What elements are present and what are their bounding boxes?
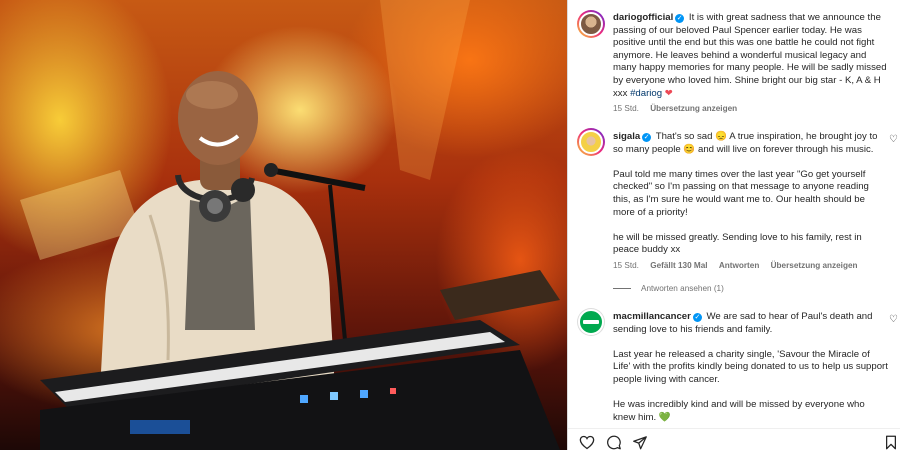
verified-icon: ✓ bbox=[692, 313, 702, 322]
reply-button[interactable]: Antworten bbox=[719, 261, 759, 270]
caption-meta: 15 Std. Übersetzung anzeigen bbox=[613, 104, 746, 113]
like-comment-icon[interactable]: ♡ bbox=[889, 314, 898, 325]
comment-paragraph: Last year he released a charity single, … bbox=[613, 348, 888, 385]
username[interactable]: sigala bbox=[613, 131, 640, 142]
view-replies-button[interactable]: Antworten ansehen (1) bbox=[613, 284, 724, 293]
comment-time[interactable]: 15 Std. bbox=[613, 261, 639, 270]
comments-panel: dariogofficial ✓ It is with great sadness… bbox=[568, 0, 900, 450]
bookmark-icon[interactable] bbox=[884, 435, 898, 450]
performer-illustration bbox=[20, 0, 560, 450]
comment-text: That's so sad 😞 A true inspiration, he b… bbox=[613, 131, 878, 155]
post-photo[interactable] bbox=[0, 0, 567, 450]
hashtag-link[interactable]: #dariog bbox=[630, 88, 662, 99]
comment-paragraph: he will be missed greatly. Sending love … bbox=[613, 231, 862, 256]
like-icon[interactable] bbox=[579, 435, 595, 450]
translate-link[interactable]: Übersetzung anzeigen bbox=[650, 104, 737, 113]
username[interactable]: dariogofficial bbox=[613, 12, 673, 23]
likes-count[interactable]: Gefällt 130 Mal bbox=[650, 261, 707, 270]
green-heart-emoji: 💚 bbox=[658, 411, 671, 423]
caption-text: It is with great sadness that we announc… bbox=[613, 12, 887, 99]
replies-line bbox=[613, 288, 631, 290]
translate-link[interactable]: Übersetzung anzeigen bbox=[771, 261, 858, 270]
like-comment-icon[interactable]: ♡ bbox=[889, 134, 898, 145]
share-icon[interactable] bbox=[632, 435, 648, 450]
avatar[interactable] bbox=[577, 10, 605, 38]
post-action-bar bbox=[568, 428, 900, 450]
macmillan-logo-icon bbox=[583, 320, 599, 324]
comment-paragraph: He was incredibly kind and will be misse… bbox=[613, 399, 865, 423]
avatar[interactable] bbox=[577, 308, 605, 336]
comment-icon[interactable] bbox=[606, 435, 622, 450]
verified-icon: ✓ bbox=[642, 133, 652, 142]
view-replies-label: Antworten ansehen (1) bbox=[641, 284, 724, 293]
username[interactable]: macmillancancer bbox=[613, 311, 691, 322]
comment-meta: 15 Std. Gefällt 130 Mal Antworten Überse… bbox=[613, 261, 867, 270]
comment-paragraph: Paul told me many times over the last ye… bbox=[613, 168, 869, 218]
avatar[interactable] bbox=[577, 128, 605, 156]
heart-emoji: ❤ bbox=[664, 87, 673, 99]
verified-icon: ✓ bbox=[675, 14, 685, 23]
post-time[interactable]: 15 Std. bbox=[613, 104, 639, 113]
